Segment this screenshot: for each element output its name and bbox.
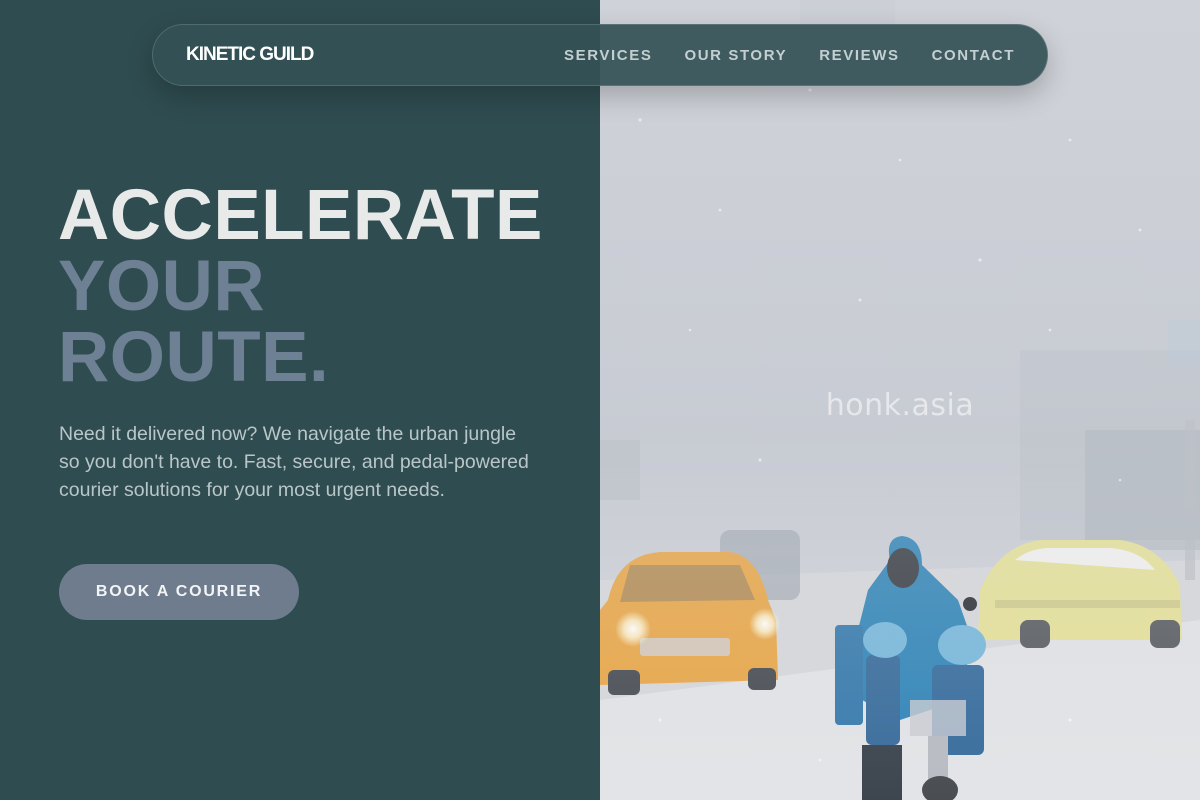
nav-link-contact[interactable]: CONTACT [932, 47, 1015, 64]
nav-links: SERVICES OUR STORY REVIEWS CONTACT [564, 47, 1015, 64]
watermark-text: honk.asia [825, 388, 975, 423]
hero-title: ACCELERATE YOUR ROUTE. [58, 180, 543, 393]
brand-logo[interactable]: KINETIC GUILD [186, 44, 314, 66]
hero-title-line-3: ROUTE. [58, 318, 330, 397]
nav-link-our-story[interactable]: OUR STORY [684, 47, 787, 64]
hero-panel [0, 0, 600, 800]
hero-photo: honk.asia [600, 0, 1200, 800]
nav-link-services[interactable]: SERVICES [564, 47, 652, 64]
hero-description: Need it delivered now? We navigate the u… [59, 423, 529, 501]
top-navbar: KINETIC GUILD SERVICES OUR STORY REVIEWS… [152, 24, 1048, 86]
book-courier-button[interactable]: BOOK A COURIER [59, 564, 299, 620]
hero-title-line-1: ACCELERATE [58, 176, 543, 255]
hero-title-line-2: YOUR [58, 247, 266, 326]
nav-link-reviews[interactable]: REVIEWS [819, 47, 899, 64]
